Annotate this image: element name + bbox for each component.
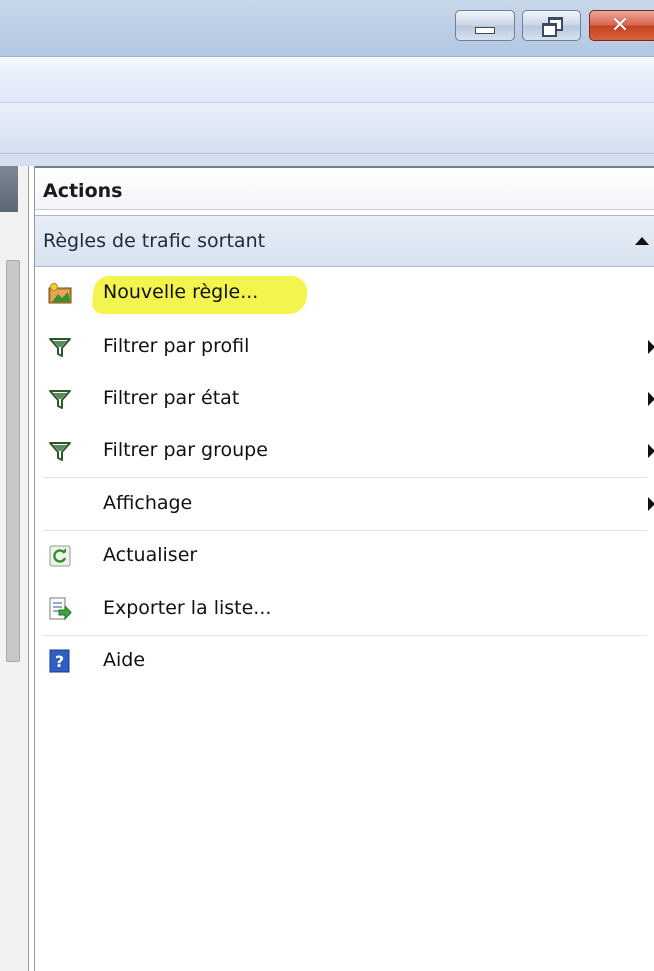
actions-pane: Actions Règles de trafic sortant Nouvell… [34,166,654,971]
toolbar [0,103,654,154]
action-label: Aide [103,649,146,671]
action-filter-profile[interactable]: Filtrer par profil [35,321,654,374]
action-export-list[interactable]: Exporter la liste... [35,583,654,636]
section-title: Règles de trafic sortant [43,230,266,252]
actions-title: Actions [43,180,123,202]
console-tree-pane [0,166,29,971]
help-icon: ? [49,649,70,673]
action-new-rule[interactable]: Nouvelle règle... [35,268,654,321]
submenu-arrow-icon [648,497,654,511]
restore-button[interactable] [522,10,581,41]
action-filter-state[interactable]: Filtrer par état [35,373,654,426]
action-help[interactable]: ? Aide [35,635,654,688]
svg-text:?: ? [55,652,64,671]
submenu-arrow-icon [648,444,654,458]
close-icon: ✕ [610,12,630,38]
filter-icon [49,390,71,409]
action-label: Nouvelle règle... [103,281,259,303]
menu-bar [0,57,654,103]
new-rule-icon [48,283,72,304]
actions-header: Actions [35,166,654,210]
minimize-button[interactable] [455,10,515,41]
window-title-bar: ✕ [0,0,654,57]
close-button[interactable]: ✕ [589,10,654,41]
action-filter-group[interactable]: Filtrer par groupe [35,425,654,478]
console-tree-header [0,166,18,212]
action-refresh[interactable]: Actualiser [35,530,654,583]
action-view[interactable]: Affichage [35,478,654,531]
toolbar-divider [0,154,654,166]
restore-icon [541,16,563,37]
submenu-arrow-icon [648,340,654,354]
action-label: Affichage [103,492,193,514]
filter-icon [49,338,71,357]
vertical-scrollbar[interactable] [6,260,20,662]
action-label: Exporter la liste... [103,597,272,619]
submenu-arrow-icon [648,392,654,406]
action-label: Filtrer par groupe [103,439,268,461]
collapse-up-icon[interactable] [635,237,649,245]
filter-icon [49,442,71,461]
refresh-icon [49,545,71,567]
section-header-outbound-rules[interactable]: Règles de trafic sortant [35,215,654,267]
action-label: Actualiser [103,544,198,566]
minimize-icon [475,27,495,34]
action-label: Filtrer par profil [103,335,250,357]
action-label: Filtrer par état [103,387,240,409]
export-list-icon [49,597,72,621]
